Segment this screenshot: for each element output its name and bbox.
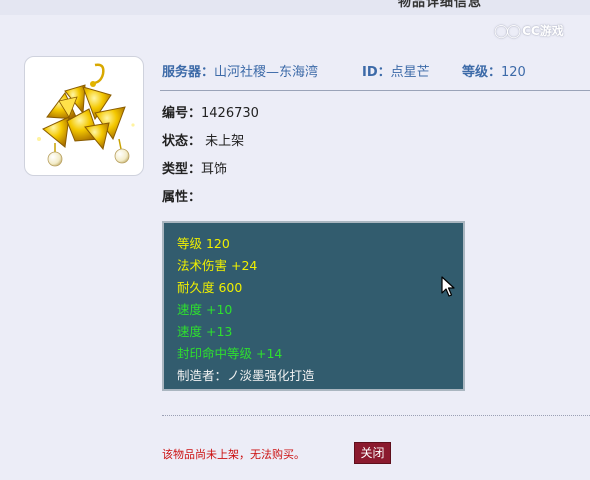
type-value: 耳饰 — [201, 162, 228, 177]
golden-leaf-earring-icon — [37, 63, 135, 167]
item-thumbnail — [24, 56, 144, 176]
close-button[interactable]: 关闭 — [354, 442, 391, 464]
attribute-line: 封印命中等级 +14 — [177, 346, 283, 361]
attribute-line: 耐久度 600 — [177, 280, 243, 295]
header-divider — [160, 90, 590, 91]
attributes-label: 属性： — [162, 190, 202, 205]
server-value: 山河社稷—东海湾 — [214, 65, 319, 80]
item-level-info: 等级：120 — [462, 61, 526, 80]
server-info: 服务器：山河社稷—东海湾 — [162, 61, 318, 80]
server-label: 服务器： — [162, 65, 215, 80]
dialog-title-bar — [0, 0, 590, 15]
watermark-logo-icon: ◯◯ — [494, 24, 521, 39]
attribute-line: 速度 +10 — [177, 302, 233, 317]
status-value: 未上架 — [205, 134, 245, 149]
number-value: 1426730 — [201, 106, 259, 121]
attribute-line: 速度 +13 — [177, 324, 233, 339]
level-label: 等级： — [462, 65, 502, 80]
not-listed-notice: 该物品尚未上架，无法购买。 — [162, 448, 305, 461]
watermark: ◯◯ CC游戏 — [494, 22, 564, 39]
type-label: 类型： — [162, 162, 202, 177]
attributes-panel: 等级 120 法术伤害 +24 耐久度 600 速度 +10 速度 +13 封印… — [162, 221, 465, 391]
watermark-text: CC游戏 — [522, 24, 564, 38]
id-value: 点星芒 — [390, 65, 430, 80]
dialog-title: 物品详细信息 — [398, 0, 483, 10]
attribute-line: 制造者：ノ淡墨强化打造 — [177, 368, 315, 383]
attribute-line: 法术伤害 +24 — [177, 258, 258, 273]
item-number-field: 编号：1426730 — [162, 102, 259, 121]
status-label: 状态： — [162, 134, 202, 149]
number-label: 编号： — [162, 106, 202, 121]
item-header-info: 服务器：山河社稷—东海湾 ID：点星芒 等级：120 — [162, 61, 590, 83]
mouse-pointer-icon — [441, 276, 455, 302]
footer-divider — [162, 415, 590, 416]
item-type-field: 类型：耳饰 — [162, 158, 227, 177]
attribute-line: 等级 120 — [177, 236, 230, 251]
seller-id-info: ID：点星芒 — [362, 61, 430, 80]
level-value: 120 — [501, 65, 526, 80]
id-label: ID： — [362, 65, 391, 80]
item-status-field: 状态： 未上架 — [162, 130, 244, 149]
item-attributes-field: 属性： — [162, 186, 201, 205]
